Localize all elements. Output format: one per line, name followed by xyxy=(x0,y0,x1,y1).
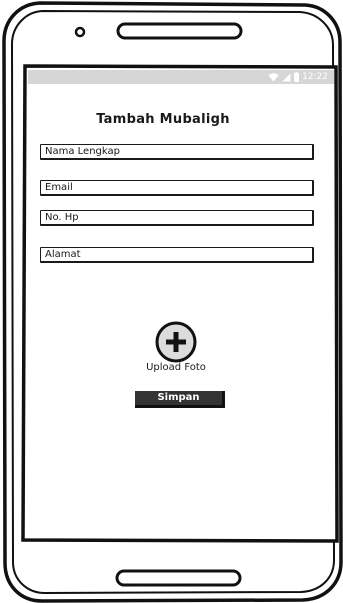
full-name-placeholder: Nama Lengkap xyxy=(45,146,120,157)
upload-photo-label: Upload Foto xyxy=(146,362,206,373)
phone-mockup: 12:22 Tambah Mubaligh Nama Lengkap Email… xyxy=(0,0,343,603)
email-placeholder: Email xyxy=(45,182,73,193)
phone-number-placeholder: No. Hp xyxy=(45,212,79,223)
full-name-field[interactable]: Nama Lengkap xyxy=(40,144,314,160)
wifi-icon xyxy=(268,72,279,81)
phone-screen: 12:22 Tambah Mubaligh Nama Lengkap Email… xyxy=(28,70,334,536)
address-field[interactable]: Alamat xyxy=(40,247,314,263)
status-bar: 12:22 xyxy=(28,70,334,84)
status-time: 12:22 xyxy=(302,72,328,82)
save-button[interactable]: Simpan xyxy=(135,391,225,408)
upload-photo-button[interactable] xyxy=(154,320,198,364)
signal-icon xyxy=(282,73,291,81)
email-field[interactable]: Email xyxy=(40,180,314,196)
plus-icon xyxy=(155,321,197,363)
status-icons: 12:22 xyxy=(268,71,328,83)
page-title: Tambah Mubaligh xyxy=(96,112,230,127)
address-placeholder: Alamat xyxy=(45,249,81,260)
battery-icon xyxy=(294,72,300,82)
phone-number-field[interactable]: No. Hp xyxy=(40,210,314,226)
